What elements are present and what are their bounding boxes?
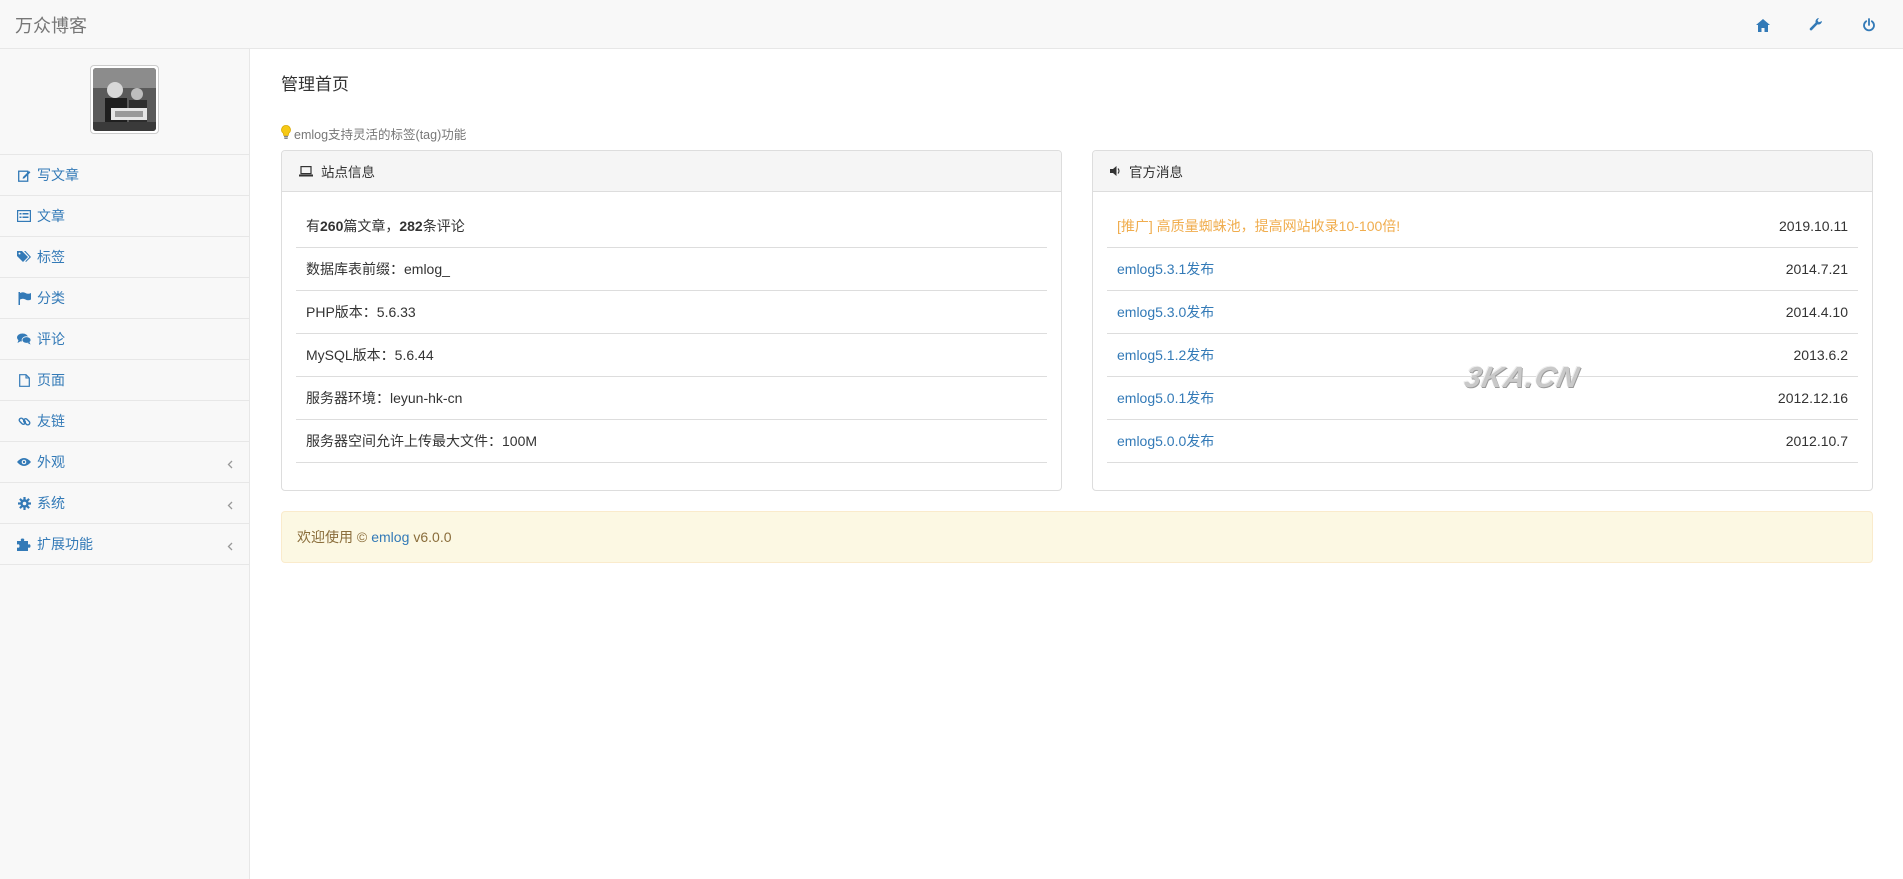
news-row: [推广] 高质量蜘蛛池，提高网站收录10-100倍! 2019.10.11 (1107, 205, 1858, 248)
chevron-left-icon (227, 456, 233, 472)
page-title: 管理首页 (281, 75, 349, 94)
sidebar-item-appearance[interactable]: 外观 (0, 442, 249, 483)
site-info-heading: 站点信息 (282, 151, 1061, 192)
news-row: emlog5.3.0发布 2014.4.10 (1107, 291, 1858, 334)
power-icon[interactable] (1842, 15, 1895, 35)
sidebar-item-label: 系统 (37, 495, 65, 511)
emlog-link[interactable]: emlog (371, 529, 409, 545)
sidebar: 写文章 文章 标签 分类 评论 页面 友链 外观 系统 扩展功能 (0, 49, 250, 879)
gear-icon (17, 496, 31, 510)
info-row-db-prefix: 数据库表前缀：emlog_ (296, 248, 1047, 291)
comment-count: 282 (399, 218, 423, 234)
news-body: [推广] 高质量蜘蛛池，提高网站收录10-100倍! 2019.10.11 em… (1093, 192, 1872, 476)
news-title: 官方消息 (1129, 165, 1183, 180)
edit-icon (17, 168, 31, 182)
lightbulb-icon (281, 124, 291, 143)
chevron-left-icon (227, 497, 233, 513)
brand-title[interactable]: 万众博客 (15, 12, 87, 38)
sidebar-item-label: 文章 (37, 208, 65, 224)
sidebar-item-label: 页面 (37, 372, 65, 388)
news-date: 2013.6.2 (1793, 347, 1849, 363)
news-link[interactable]: emlog5.1.2发布 (1117, 345, 1214, 365)
welcome-text: 欢迎使用 © (297, 529, 368, 545)
laptop-icon (299, 165, 313, 177)
sidebar-item-label: 外观 (37, 454, 65, 470)
welcome-bar: 欢迎使用 © emlog v6.0.0 (281, 511, 1873, 563)
volume-icon (1110, 166, 1121, 176)
site-info-body: 有260篇文章，282条评论 数据库表前缀：emlog_ PHP版本：5.6.3… (282, 192, 1061, 476)
news-link-promo[interactable]: [推广] 高质量蜘蛛池，提高网站收录10-100倍! (1117, 216, 1400, 236)
sidebar-item-label: 写文章 (37, 167, 79, 183)
top-icons (1736, 15, 1895, 35)
sidebar-item-label: 标签 (37, 249, 65, 265)
link-icon (17, 414, 31, 428)
news-date: 2014.7.21 (1785, 261, 1848, 277)
puzzle-icon (17, 537, 31, 551)
news-link[interactable]: emlog5.0.0发布 (1117, 431, 1214, 451)
watermark: 3KA.CN (1461, 362, 1583, 394)
sidebar-item-comments[interactable]: 评论 (0, 319, 249, 360)
avatar-section (0, 49, 249, 155)
sidebar-item-system[interactable]: 系统 (0, 483, 249, 524)
sidebar-item-articles[interactable]: 文章 (0, 196, 249, 237)
news-date: 2019.10.11 (1778, 218, 1848, 234)
sidebar-item-label: 友链 (37, 413, 65, 429)
news-date: 2012.12.16 (1777, 390, 1848, 406)
chevron-left-icon (227, 538, 233, 554)
info-row-mysql: MySQL版本：5.6.44 (296, 334, 1047, 377)
eye-icon (17, 455, 31, 469)
news-panel: 官方消息 [推广] 高质量蜘蛛池，提高网站收录10-100倍! 2019.10.… (1092, 150, 1873, 491)
sidebar-item-extensions[interactable]: 扩展功能 (0, 524, 249, 565)
info-row-php: PHP版本：5.6.33 (296, 291, 1047, 334)
news-link[interactable]: emlog5.3.1发布 (1117, 259, 1214, 279)
article-count: 260 (320, 218, 344, 234)
sidebar-item-write[interactable]: 写文章 (0, 155, 249, 196)
news-link[interactable]: emlog5.0.1发布 (1117, 388, 1214, 408)
sidebar-item-tags[interactable]: 标签 (0, 237, 249, 278)
news-date: 2012.10.7 (1785, 433, 1848, 449)
comments-icon (17, 332, 31, 346)
site-info-title: 站点信息 (321, 165, 375, 180)
info-row-upload-limit: 服务器空间允许上传最大文件：100M (296, 420, 1047, 463)
sidebar-item-label: 评论 (37, 331, 65, 347)
home-icon[interactable] (1736, 15, 1789, 35)
sidebar-item-label: 扩展功能 (37, 536, 93, 552)
list-icon (17, 209, 31, 223)
site-info-panel: 站点信息 有260篇文章，282条评论 数据库表前缀：emlog_ PHP版本：… (281, 150, 1062, 491)
news-link[interactable]: emlog5.3.0发布 (1117, 302, 1214, 322)
sidebar-item-links[interactable]: 友链 (0, 401, 249, 442)
news-date: 2014.4.10 (1785, 304, 1848, 320)
tip-bar: emlog支持灵活的标签(tag)功能 (281, 124, 466, 143)
version-text: v6.0.0 (413, 529, 452, 545)
stats-row: 有260篇文章，282条评论 (296, 205, 1047, 248)
sidebar-item-label: 分类 (37, 290, 65, 306)
top-navbar: 万众博客 (0, 0, 1903, 49)
tags-icon (17, 250, 31, 264)
sidebar-item-pages[interactable]: 页面 (0, 360, 249, 401)
file-icon (17, 373, 31, 387)
tip-text[interactable]: emlog支持灵活的标签(tag)功能 (294, 124, 466, 143)
wrench-icon[interactable] (1789, 15, 1842, 35)
info-row-server: 服务器环境：leyun-hk-cn (296, 377, 1047, 420)
avatar[interactable] (90, 65, 159, 134)
stats-text: 有260篇文章，282条评论 (306, 218, 465, 234)
news-row: emlog5.3.1发布 2014.7.21 (1107, 248, 1858, 291)
sidebar-item-categories[interactable]: 分类 (0, 278, 249, 319)
news-row: emlog5.0.0发布 2012.10.7 (1107, 420, 1858, 463)
news-heading: 官方消息 (1093, 151, 1872, 192)
flag-icon (17, 291, 31, 305)
